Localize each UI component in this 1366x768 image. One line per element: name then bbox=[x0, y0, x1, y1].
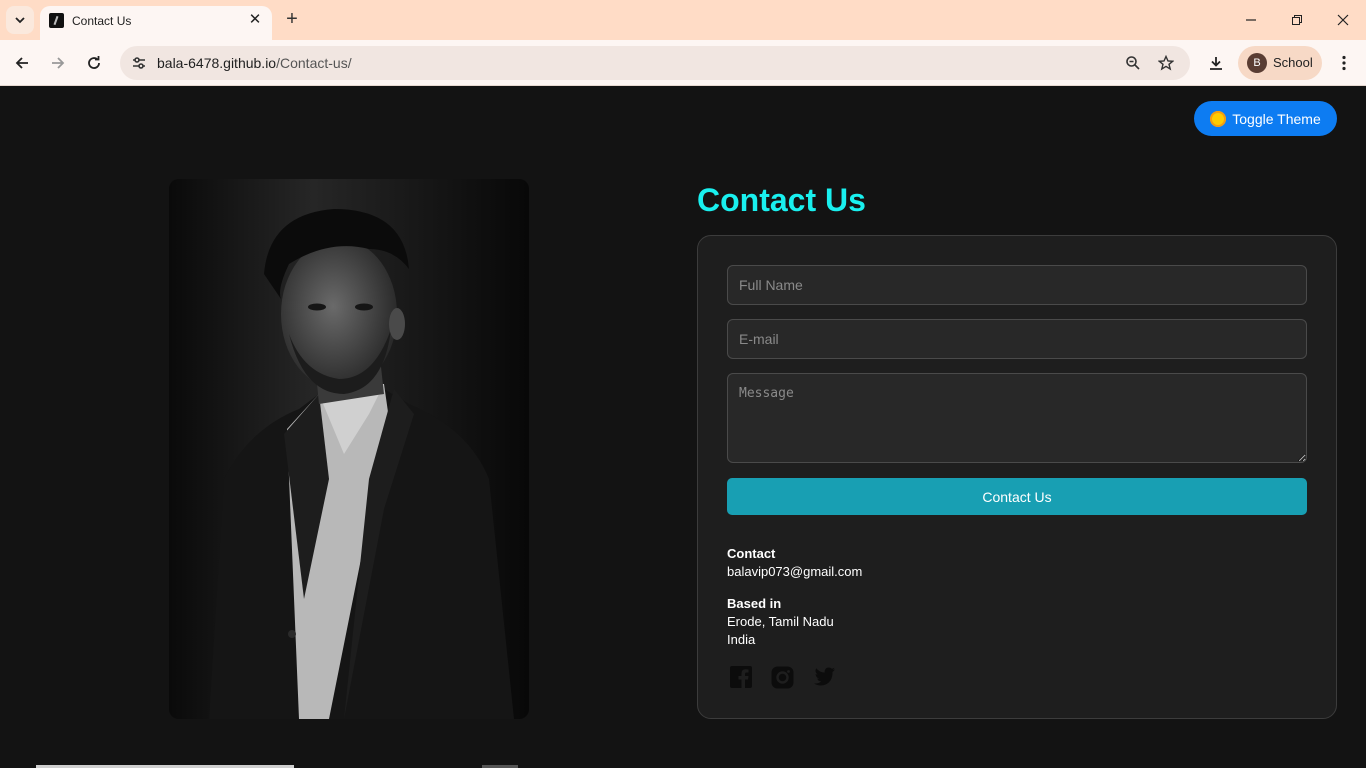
url-path: /Contact-us/ bbox=[276, 55, 352, 71]
more-vertical-icon bbox=[1342, 55, 1346, 71]
twitter-link[interactable] bbox=[810, 664, 836, 690]
profile-name: School bbox=[1273, 55, 1313, 70]
contact-us-submit-button[interactable]: Contact Us bbox=[727, 478, 1307, 515]
profile-photo bbox=[169, 179, 529, 719]
instagram-link[interactable] bbox=[769, 664, 795, 690]
toggle-theme-button[interactable]: Toggle Theme bbox=[1194, 101, 1337, 136]
reload-icon bbox=[88, 56, 100, 69]
close-tab-icon[interactable]: ✕ bbox=[246, 11, 264, 29]
portrait-image bbox=[169, 179, 529, 719]
page-title: Contact Us bbox=[697, 182, 866, 218]
based-in-city: Erode, Tamil Nadu bbox=[727, 614, 834, 629]
browser-menu-button[interactable] bbox=[1330, 49, 1358, 77]
url-host: bala-6478.github.io bbox=[157, 55, 277, 71]
contact-email: balavip073@gmail.com bbox=[727, 564, 863, 579]
profile-button[interactable]: B School bbox=[1238, 46, 1322, 80]
star-icon bbox=[1158, 55, 1174, 71]
arrow-left-icon bbox=[15, 57, 28, 69]
site-info-button[interactable] bbox=[128, 52, 150, 74]
arrow-right-icon bbox=[52, 57, 65, 69]
chevron-down-icon bbox=[15, 17, 25, 24]
based-in-country: India bbox=[727, 632, 756, 647]
facebook-icon bbox=[730, 666, 752, 688]
zoom-out-icon bbox=[1126, 56, 1140, 70]
page-content: Toggle Theme Contact Us Full Name E-mail… bbox=[0, 87, 1366, 768]
twitter-icon bbox=[814, 667, 835, 686]
avatar: B bbox=[1247, 53, 1267, 73]
contact-label: Contact bbox=[727, 546, 776, 561]
minimize-button[interactable] bbox=[1228, 0, 1274, 40]
facebook-link[interactable] bbox=[728, 664, 754, 690]
full-name-input[interactable] bbox=[727, 265, 1307, 305]
tab-search-button[interactable] bbox=[6, 6, 34, 34]
based-in-label: Based in bbox=[727, 596, 782, 611]
address-bar[interactable]: bala-6478.github.io/Contact-us/ bbox=[120, 46, 1190, 80]
restore-button[interactable] bbox=[1274, 0, 1320, 40]
minimize-icon bbox=[1246, 19, 1256, 21]
contact-card: Contact Us Contact balavip073@gmail.com … bbox=[697, 235, 1337, 719]
reload-button[interactable] bbox=[80, 49, 108, 77]
email-input[interactable] bbox=[727, 319, 1307, 359]
message-textarea[interactable] bbox=[727, 373, 1307, 463]
browser-toolbar: bala-6478.github.io/Contact-us/ B School bbox=[0, 40, 1366, 86]
downloads-button[interactable] bbox=[1202, 49, 1230, 77]
new-tab-button[interactable]: + bbox=[282, 8, 302, 32]
tune-icon bbox=[133, 57, 145, 69]
sun-icon bbox=[1210, 110, 1227, 127]
forward-button[interactable] bbox=[44, 49, 72, 77]
bookmark-button[interactable] bbox=[1155, 52, 1177, 74]
tab-contact-us[interactable]: Contact Us ✕ bbox=[40, 6, 272, 40]
url-text: bala-6478.github.io/Contact-us/ bbox=[157, 55, 352, 71]
tab-strip: Contact Us ✕ + bbox=[0, 0, 1366, 40]
tab-title: Contact Us bbox=[72, 14, 132, 28]
close-window-button[interactable] bbox=[1320, 0, 1366, 40]
back-button[interactable] bbox=[8, 49, 36, 77]
download-icon bbox=[1210, 57, 1222, 70]
restore-icon bbox=[1292, 15, 1302, 25]
close-icon bbox=[1337, 14, 1349, 26]
instagram-icon bbox=[771, 666, 793, 688]
toggle-theme-label: Toggle Theme bbox=[1232, 110, 1321, 127]
site-favicon-icon bbox=[49, 13, 64, 28]
zoom-button[interactable] bbox=[1122, 52, 1144, 74]
